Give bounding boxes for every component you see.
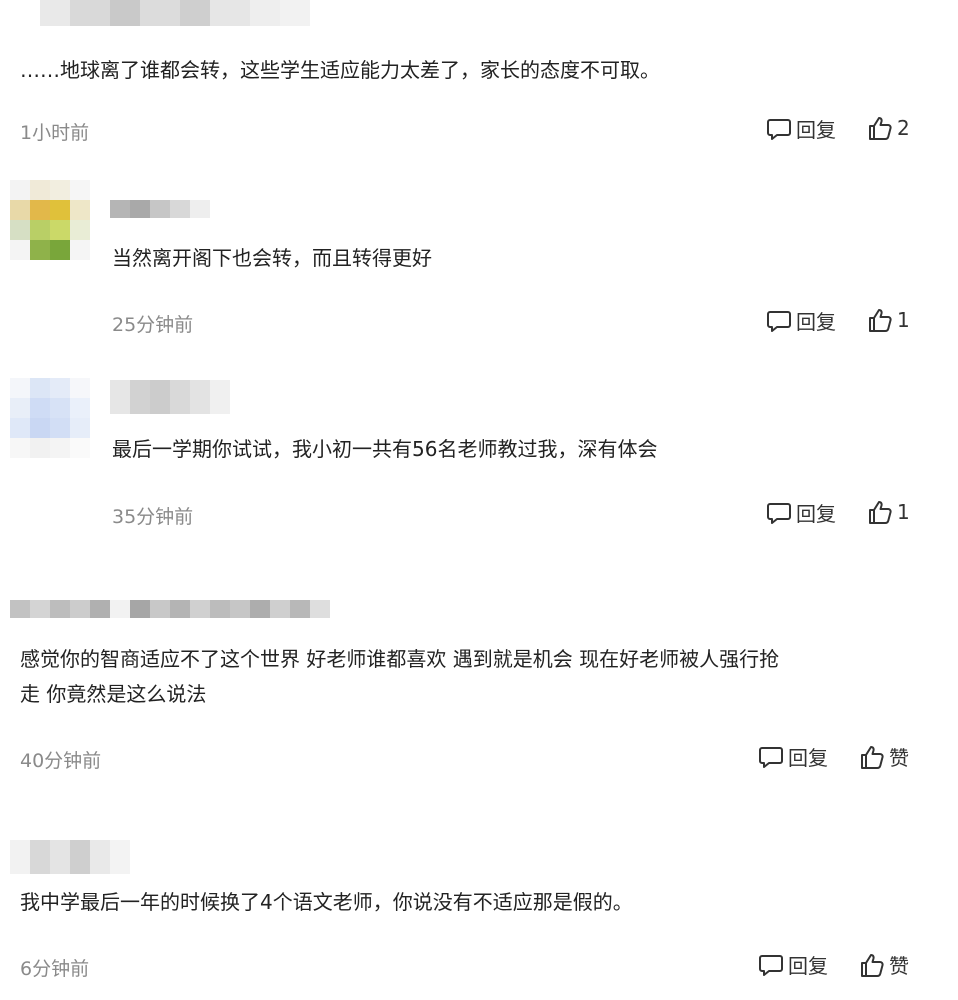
avatar[interactable] (10, 378, 90, 458)
avatar[interactable] (10, 180, 90, 260)
thumbs-up-icon (861, 745, 884, 769)
like-label: 赞 (889, 746, 909, 770)
like-button[interactable]: 赞 (858, 950, 909, 979)
reply-label: 回复 (796, 502, 836, 526)
comment-bubble-icon (767, 310, 791, 332)
comment-text-line-2: 走 你竟然是这么说法 (20, 682, 207, 706)
comment-bubble-icon (759, 746, 783, 768)
comment-text: 最后一学期你试试，我小初一共有56名老师教过我，深有体会 (112, 437, 658, 461)
like-button[interactable]: 1 (866, 498, 910, 526)
reply-label: 回复 (796, 310, 836, 334)
reply-button[interactable]: 回复 (765, 114, 836, 143)
comment-timestamp: 35分钟前 (112, 506, 194, 528)
comment-text-line-1: 感觉你的智商适应不了这个世界 好老师谁都喜欢 遇到就是机会 现在好老师被人强行抢 (20, 647, 780, 671)
comment-timestamp: 1小时前 (20, 122, 90, 144)
reply-button[interactable]: 回复 (757, 742, 828, 771)
thumbs-up-icon (861, 953, 884, 977)
blurred-username (110, 380, 230, 414)
like-button[interactable]: 1 (866, 306, 910, 334)
comment-timestamp: 6分钟前 (20, 958, 90, 980)
reply-label: 回复 (796, 118, 836, 142)
like-count: 2 (897, 116, 910, 140)
blurred-username (10, 600, 330, 618)
comment-bubble-icon (759, 954, 783, 976)
comment-bubble-icon (767, 502, 791, 524)
comment-bubble-icon (767, 118, 791, 140)
blurred-username (40, 0, 310, 26)
like-button[interactable]: 赞 (858, 742, 909, 771)
blurred-username (110, 200, 210, 218)
comment-timestamp: 40分钟前 (20, 750, 102, 772)
reply-label: 回复 (788, 954, 828, 978)
reply-label: 回复 (788, 746, 828, 770)
comment-text: 我中学最后一年的时候换了4个语文老师，你说没有不适应那是假的。 (20, 890, 633, 914)
thumbs-up-icon (869, 501, 892, 524)
thumbs-up-icon (869, 309, 892, 332)
blurred-username (10, 840, 130, 874)
comment-timestamp: 25分钟前 (112, 314, 194, 336)
reply-button[interactable]: 回复 (757, 950, 828, 979)
comment-text: 当然离开阁下也会转，而且转得更好 (112, 246, 432, 270)
thumbs-up-icon (869, 117, 892, 140)
like-count: 1 (897, 308, 910, 332)
reply-button[interactable]: 回复 (765, 306, 836, 335)
reply-button[interactable]: 回复 (765, 498, 836, 527)
like-label: 赞 (889, 954, 909, 978)
like-button[interactable]: 2 (866, 114, 910, 142)
comment-text: ……地球离了谁都会转，这些学生适应能力太差了，家长的态度不可取。 (20, 58, 660, 82)
like-count: 1 (897, 500, 910, 524)
